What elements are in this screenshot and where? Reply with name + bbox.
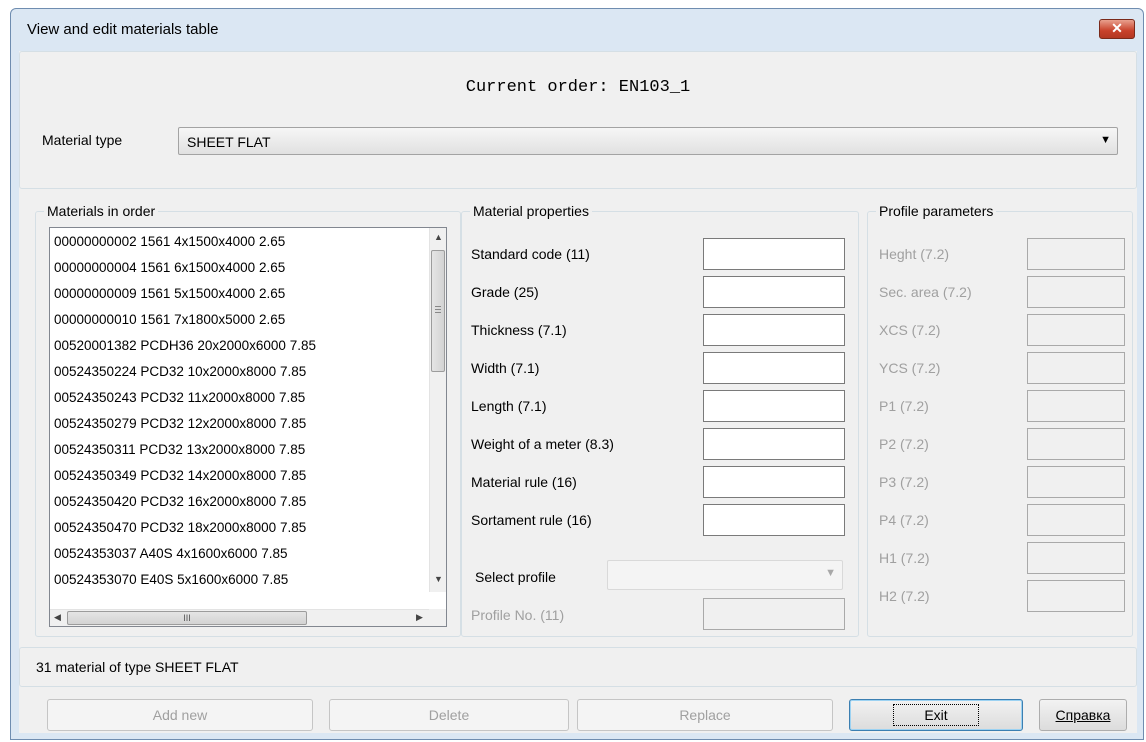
- order-header-panel: Current order: EN103_1 Material type SHE…: [19, 51, 1137, 189]
- profile-parameter-field[interactable]: [1027, 276, 1125, 308]
- exit-button[interactable]: Exit: [849, 699, 1023, 731]
- property-field[interactable]: [703, 428, 845, 460]
- close-button[interactable]: ✕: [1099, 19, 1135, 39]
- property-field[interactable]: [703, 314, 845, 346]
- list-item[interactable]: 00524350470 PCD32 18x2000x8000 7.85: [54, 518, 306, 538]
- profile-parameter-field[interactable]: [1027, 238, 1125, 270]
- status-text: 31 material of type SHEET FLAT: [36, 659, 239, 675]
- property-label: Weight of a meter (8.3): [471, 436, 614, 452]
- list-item[interactable]: 00524350224 PCD32 10x2000x8000 7.85: [54, 362, 306, 382]
- list-item[interactable]: 00524353037 A40S 4x1600x6000 7.85: [54, 544, 287, 564]
- scroll-left-icon[interactable]: ◀: [54, 612, 61, 623]
- title-bar[interactable]: View and edit materials table ✕: [11, 9, 1143, 47]
- property-field[interactable]: [703, 504, 845, 536]
- scroll-right-icon[interactable]: ▶: [416, 612, 423, 623]
- vertical-scroll-thumb[interactable]: [431, 250, 445, 372]
- select-profile-dropdown[interactable]: ▼: [607, 560, 843, 590]
- horizontal-scrollbar[interactable]: ◀ III ▶: [50, 609, 431, 626]
- profile-no-field[interactable]: [703, 598, 845, 630]
- help-button-label: Справка: [1055, 707, 1111, 723]
- property-field[interactable]: [703, 276, 845, 308]
- material-type-label: Material type: [42, 132, 123, 148]
- dialog-client-area: Current order: EN103_1 Material type SHE…: [19, 51, 1137, 733]
- list-item[interactable]: 00000000009 1561 5x1500x4000 2.65: [54, 284, 285, 304]
- scroll-grip: III: [183, 613, 191, 623]
- material-type-select[interactable]: SHEET FLAT ▼: [178, 127, 1118, 155]
- profile-parameters-title: Profile parameters: [876, 203, 997, 219]
- select-profile-label: Select profile: [475, 569, 556, 585]
- profile-parameter-label: H2 (7.2): [879, 588, 930, 604]
- profile-parameter-label: P1 (7.2): [879, 398, 929, 414]
- chevron-down-icon: ▼: [1100, 134, 1111, 146]
- current-order-heading: Current order: EN103_1: [465, 78, 691, 97]
- property-label: Standard code (11): [471, 246, 590, 262]
- profile-parameter-label: H1 (7.2): [879, 550, 930, 566]
- scroll-corner: [429, 609, 446, 626]
- profile-parameter-label: YCS (7.2): [879, 360, 941, 376]
- profile-parameter-label: P3 (7.2): [879, 474, 929, 490]
- profile-parameter-field[interactable]: [1027, 390, 1125, 422]
- help-button[interactable]: Справка: [1039, 699, 1127, 731]
- property-label: Length (7.1): [471, 398, 547, 414]
- property-label: Sortament rule (16): [471, 512, 592, 528]
- profile-parameter-field[interactable]: [1027, 580, 1125, 612]
- list-item[interactable]: 00000000002 1561 4x1500x4000 2.65: [54, 232, 285, 252]
- property-label: Grade (25): [471, 284, 539, 300]
- profile-parameter-field[interactable]: [1027, 542, 1125, 574]
- property-field[interactable]: [703, 352, 845, 384]
- dialog-window: View and edit materials table ✕ Current …: [10, 8, 1144, 740]
- profile-parameter-label: P2 (7.2): [879, 436, 929, 452]
- close-icon: ✕: [1111, 20, 1123, 36]
- list-item[interactable]: 00524350349 PCD32 14x2000x8000 7.85: [54, 466, 306, 486]
- profile-parameter-field[interactable]: [1027, 428, 1125, 460]
- add-new-button[interactable]: Add new: [47, 699, 313, 731]
- scroll-down-icon[interactable]: ▼: [434, 574, 443, 584]
- profile-parameter-label: Sec. area (7.2): [879, 284, 972, 300]
- material-type-value: SHEET FLAT: [187, 134, 271, 150]
- scroll-up-icon[interactable]: ▲: [434, 232, 443, 242]
- property-field[interactable]: [703, 238, 845, 270]
- materials-in-order-title: Materials in order: [44, 203, 159, 219]
- horizontal-scroll-thumb[interactable]: III: [67, 611, 307, 625]
- list-item[interactable]: 00520001382 PCDH36 20x2000x6000 7.85: [54, 336, 316, 356]
- list-item[interactable]: 00000000010 1561 7x1800x5000 2.65: [54, 310, 285, 330]
- vertical-scrollbar[interactable]: ▲ ▼: [429, 228, 446, 592]
- profile-parameter-label: XCS (7.2): [879, 322, 941, 338]
- profile-parameter-field[interactable]: [1027, 504, 1125, 536]
- property-field[interactable]: [703, 390, 845, 422]
- list-item[interactable]: 00524353070 E40S 5x1600x6000 7.85: [54, 570, 288, 590]
- list-item[interactable]: 00000000004 1561 6x1500x4000 2.65: [54, 258, 285, 278]
- status-bar: 31 material of type SHEET FLAT: [19, 647, 1137, 687]
- profile-parameter-field[interactable]: [1027, 314, 1125, 346]
- property-label: Thickness (7.1): [471, 322, 567, 338]
- profile-parameter-label: P4 (7.2): [879, 512, 929, 528]
- window-title: View and edit materials table: [27, 21, 219, 38]
- replace-button[interactable]: Replace: [577, 699, 833, 731]
- profile-parameter-field[interactable]: [1027, 352, 1125, 384]
- profile-parameter-label: Heght (7.2): [879, 246, 950, 262]
- property-field[interactable]: [703, 466, 845, 498]
- chevron-down-icon: ▼: [825, 567, 836, 579]
- list-item[interactable]: 00524350279 PCD32 12x2000x8000 7.85: [54, 414, 306, 434]
- list-item[interactable]: 00524350311 PCD32 13x2000x8000 7.85: [54, 440, 305, 460]
- delete-button[interactable]: Delete: [329, 699, 569, 731]
- profile-parameter-field[interactable]: [1027, 466, 1125, 498]
- property-label: Material rule (16): [471, 474, 577, 490]
- list-item[interactable]: 00524350243 PCD32 11x2000x8000 7.85: [54, 388, 305, 408]
- material-properties-title: Material properties: [470, 203, 592, 219]
- property-label: Width (7.1): [471, 360, 540, 376]
- profile-no-label: Profile No. (11): [471, 607, 565, 623]
- materials-list[interactable]: 00000000002 1561 4x1500x4000 2.65 0000000…: [49, 227, 447, 627]
- exit-button-label: Exit: [893, 704, 979, 726]
- list-item[interactable]: 00524350420 PCD32 16x2000x8000 7.85: [54, 492, 306, 512]
